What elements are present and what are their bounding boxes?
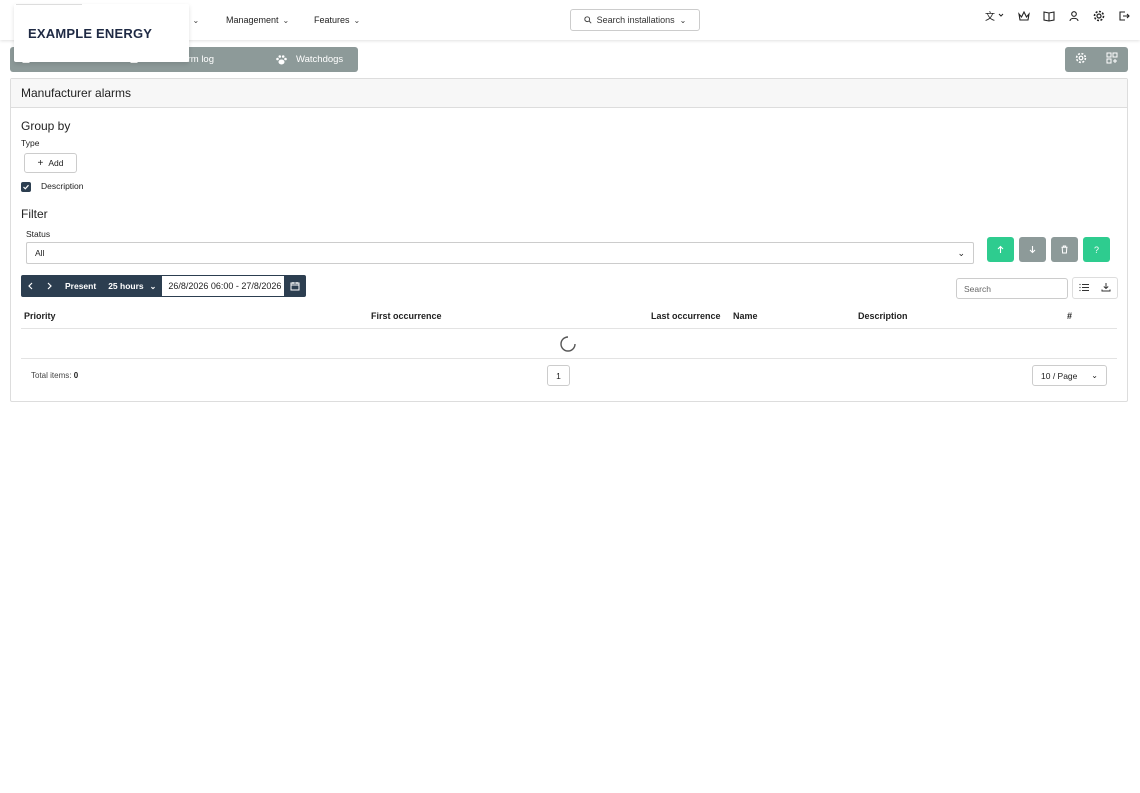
user-icon[interactable] xyxy=(1068,10,1080,22)
move-up-button[interactable] xyxy=(987,237,1014,262)
arrow-down-icon xyxy=(1029,246,1036,254)
column-last-occurrence[interactable]: Last occurrence xyxy=(651,311,721,321)
panel-title: Manufacturer alarms xyxy=(11,79,1127,108)
settings-icon[interactable] xyxy=(1075,51,1087,69)
logout-icon[interactable] xyxy=(1118,10,1130,22)
installation-search[interactable]: Search installations ⌄ xyxy=(570,9,700,31)
nav-features-label: Features xyxy=(314,15,350,25)
column-first-occurrence[interactable]: First occurrence xyxy=(371,311,442,321)
paw-icon xyxy=(276,54,287,64)
table-body xyxy=(21,329,1117,359)
page-size-label: 10 / Page xyxy=(1041,370,1078,381)
nav-management-label: Management xyxy=(226,15,279,25)
add-widget-icon[interactable] xyxy=(1106,51,1119,69)
group-type-label: Type xyxy=(21,138,40,148)
table-search-input[interactable]: Search xyxy=(956,278,1068,299)
page-tools xyxy=(1065,47,1128,72)
table-header: Priority First occurrence Last occurrenc… xyxy=(21,305,1117,329)
add-group-button[interactable]: + Add xyxy=(24,153,77,173)
installation-search-label: Search installations xyxy=(596,15,675,25)
time-nav: Present 25 hours ⌄ xyxy=(21,275,163,297)
chevron-left-icon xyxy=(28,282,33,290)
chevron-down-icon: ⌄ xyxy=(353,15,361,25)
delete-button[interactable] xyxy=(1051,237,1078,262)
date-range-input[interactable]: 26/8/2026 06:00 - 27/8/2026 xyxy=(162,275,285,297)
logo-text: EXAMPLE ENERGY xyxy=(28,26,153,41)
add-group-label: Add xyxy=(48,158,64,168)
column-priority[interactable]: Priority xyxy=(24,311,56,321)
total-items: Total items: 0 xyxy=(31,371,78,380)
loading-spinner-icon xyxy=(560,336,576,352)
search-icon xyxy=(583,16,592,24)
column-list-icon[interactable] xyxy=(1079,279,1090,297)
nav-menu-management[interactable]: Management ⌄ xyxy=(226,0,289,40)
total-items-value: 0 xyxy=(73,371,79,380)
plus-icon: + xyxy=(37,157,44,169)
logo-divider xyxy=(16,4,82,5)
svg-text:文: 文 xyxy=(985,10,995,22)
status-select-value: All xyxy=(35,248,45,258)
move-down-button[interactable] xyxy=(1019,237,1046,262)
chevron-down-icon: ⌄ xyxy=(192,15,200,25)
help-button-label: ? xyxy=(1093,244,1099,255)
chevron-down-icon: ⌄ xyxy=(957,247,965,258)
time-range-bar: Present 25 hours ⌄ 26/8/2026 06:00 - 27/… xyxy=(21,275,307,297)
tab-watchdogs[interactable]: Watchdogs xyxy=(275,47,343,72)
top-icons: 文 xyxy=(985,10,1130,22)
chevron-down-icon: ⌄ xyxy=(679,15,687,25)
total-items-label: Total items: xyxy=(31,371,72,380)
chevron-down-icon: ⌄ xyxy=(1091,371,1098,380)
nav-menu-features[interactable]: Features ⌄ xyxy=(314,0,360,40)
filter-heading: Filter xyxy=(21,207,48,221)
tab-watchdogs-label: Watchdogs xyxy=(296,54,344,65)
status-filter-label: Status xyxy=(26,229,51,239)
calendar-icon xyxy=(290,282,300,291)
column-name[interactable]: Name xyxy=(733,311,758,321)
table-tools xyxy=(1072,277,1118,299)
range-select-label: 25 hours xyxy=(108,281,144,291)
arrow-up-icon xyxy=(997,245,1004,253)
brand-logo[interactable]: EXAMPLE ENERGY xyxy=(14,4,189,62)
manufacturer-alarms-panel: Manufacturer alarms Group by Type + Add … xyxy=(10,78,1128,402)
chevron-right-icon xyxy=(47,282,52,290)
prev-period-button[interactable] xyxy=(21,275,40,297)
chevron-down-icon: ⌄ xyxy=(149,281,157,291)
description-checkbox-label: Description xyxy=(41,181,84,191)
status-select[interactable]: All ⌄ xyxy=(26,242,974,264)
page-size-select[interactable]: 10 / Page ⌄ xyxy=(1032,365,1107,386)
column-count[interactable]: # xyxy=(1067,311,1072,321)
gear-icon[interactable] xyxy=(1093,10,1105,22)
language-icon[interactable]: 文 xyxy=(985,10,1005,22)
page-1-button[interactable]: 1 xyxy=(547,365,570,386)
description-checkbox[interactable] xyxy=(21,182,31,192)
range-select[interactable]: 25 hours ⌄ xyxy=(102,275,162,297)
download-icon[interactable] xyxy=(1101,279,1111,297)
trash-icon xyxy=(1061,245,1068,254)
next-period-button[interactable] xyxy=(40,275,59,297)
help-button[interactable]: ? xyxy=(1083,237,1110,262)
group-by-heading: Group by xyxy=(21,119,71,133)
book-icon[interactable] xyxy=(1043,10,1055,22)
calendar-button[interactable] xyxy=(284,275,307,297)
check-icon xyxy=(23,184,29,190)
column-description[interactable]: Description xyxy=(858,311,908,321)
present-button[interactable]: Present xyxy=(59,275,102,297)
crown-icon[interactable] xyxy=(1018,10,1030,22)
chevron-down-icon: ⌄ xyxy=(282,15,290,25)
